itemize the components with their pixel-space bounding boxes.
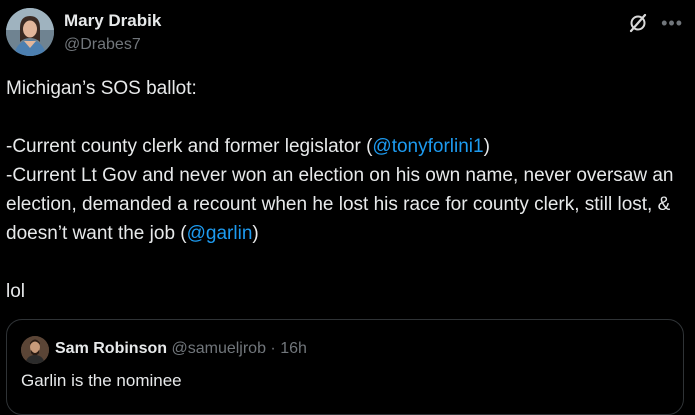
mention-link-tonyforlini1[interactable]: @tonyforlini1 — [372, 136, 483, 157]
tweet-paragraph-3-suffix: ) — [252, 223, 259, 244]
tweet-line-1: Michigan’s SOS ballot: — [6, 74, 676, 103]
quoted-tweet-time[interactable]: 16h — [280, 340, 307, 357]
quoted-tweet-text: Garlin is the nominee — [21, 371, 182, 390]
tweet-paragraph-2-suffix: ) — [483, 136, 490, 157]
author-avatar[interactable] — [6, 8, 54, 56]
tweet-paragraph-2-text: -Current county clerk and former legisla… — [6, 136, 373, 157]
tweet-paragraph-3: -Current Lt Gov and never won an electio… — [6, 161, 676, 248]
quoted-author-handle[interactable]: @samueljrob — [171, 340, 266, 357]
tweet-actions-top: ••• — [627, 12, 683, 34]
author-display-name[interactable]: Mary Drabik — [64, 11, 161, 31]
separator-dot: · — [270, 340, 276, 357]
more-horizontal-icon[interactable]: ••• — [661, 13, 683, 33]
author-info: Mary Drabik @Drabes7 — [64, 11, 161, 55]
tweet-line-last-text: lol — [6, 281, 26, 302]
quoted-author-avatar[interactable] — [21, 336, 49, 364]
tweet-paragraph-3-text: -Current Lt Gov and never won an electio… — [6, 165, 674, 244]
tweet-line-1-text: Michigan’s SOS ballot: — [6, 78, 197, 99]
grok-slash-circle-icon[interactable] — [627, 12, 649, 34]
quoted-author-name[interactable]: Sam Robinson — [55, 340, 167, 357]
tweet: Mary Drabik @Drabes7 ••• Michigan’s SOS … — [0, 0, 695, 415]
tweet-line-last: lol — [6, 277, 676, 306]
quoted-tweet[interactable]: Sam Robinson @samueljrob · 16h Garlin is… — [6, 319, 684, 415]
tweet-text: Michigan’s SOS ballot: -Current county c… — [6, 74, 676, 306]
mention-link-garlin[interactable]: @garlin — [187, 223, 253, 244]
quoted-tweet-header: Sam Robinson @samueljrob · 16h — [55, 339, 307, 359]
tweet-paragraph-2: -Current county clerk and former legisla… — [6, 132, 676, 161]
author-handle[interactable]: @Drabes7 — [64, 35, 161, 55]
